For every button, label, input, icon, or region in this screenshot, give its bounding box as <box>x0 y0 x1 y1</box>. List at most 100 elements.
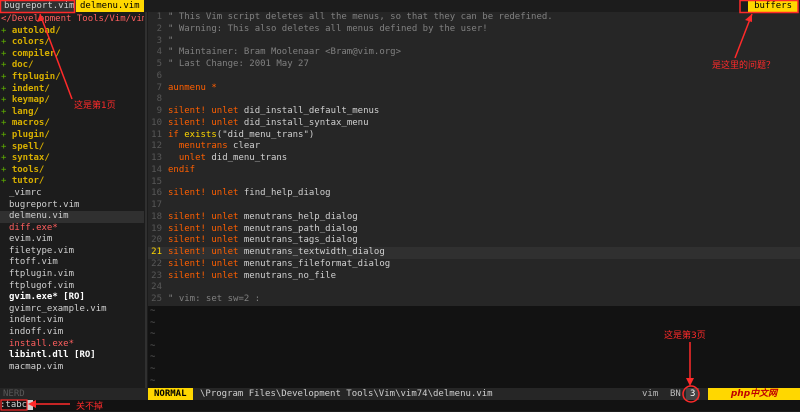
tree-file[interactable]: indoff.vim <box>0 327 144 339</box>
code-text: " Last Change: 2001 May 27 <box>168 59 309 69</box>
tree-file[interactable]: gvimrc_example.vim <box>0 304 144 316</box>
tree-dir[interactable]: + lang/ <box>0 107 144 119</box>
empty-line-tilde: ~ <box>150 306 156 316</box>
expand-icon: + <box>1 37 12 48</box>
tree-file[interactable]: ftoff.vim <box>0 257 144 269</box>
tree-file-label: _vimrc <box>9 187 42 198</box>
tree-file[interactable]: delmenu.vim <box>0 211 144 223</box>
tree-file-label: indoff.vim <box>9 327 64 338</box>
code-line[interactable]: 12 menutrans clear <box>148 141 800 153</box>
code-line[interactable]: 11 if exists("did_menu_trans") <box>148 130 800 142</box>
line-number: 15 <box>151 176 162 187</box>
code-line[interactable]: 4 " Maintainer: Bram Moolenaar <Bram@vim.… <box>148 47 800 59</box>
tree-dir[interactable]: + syntax/ <box>0 153 144 165</box>
code-line[interactable]: 13 unlet did_menu_trans <box>148 153 800 165</box>
line-number: 17 <box>151 200 162 210</box>
code-line[interactable]: 3 " <box>148 36 800 48</box>
tab-line: bugreport.vim delmenu.vim buffers <box>0 0 800 12</box>
tree-dir[interactable]: + indent/ <box>0 84 144 96</box>
code-line[interactable]: 25 " vim: set sw=2 : <box>148 294 800 306</box>
expand-icon: + <box>1 164 12 175</box>
code-line[interactable]: 6 <box>148 71 800 83</box>
empty-line-tilde: ~ <box>150 352 156 363</box>
empty-window[interactable]: ~ ~ ~ ~ ~ ~ ~ <box>148 306 800 388</box>
tree-file-label: macmap.vim <box>9 361 64 372</box>
code-text: " <box>168 35 174 46</box>
tree-dir[interactable]: + tutor/ <box>0 176 144 188</box>
tree-file[interactable]: gvim.exe* [RO] <box>0 292 144 304</box>
tree-file-label: delmenu.vim <box>9 211 69 222</box>
bn-label: BN <box>670 389 681 399</box>
tree-file[interactable]: macmap.vim <box>0 362 144 374</box>
buffer-number: 3 <box>686 388 700 400</box>
code-line[interactable]: 10 silent! unlet did_install_syntax_menu <box>148 118 800 130</box>
line-number: 19 <box>151 223 162 234</box>
annotation-question: 是这里的问题？ <box>712 61 776 71</box>
tree-dir[interactable]: + ftplugin/ <box>0 72 144 84</box>
vertical-split[interactable] <box>145 12 147 388</box>
expand-icon: + <box>1 141 12 152</box>
code-line[interactable]: 7 aunmenu * <box>148 83 800 95</box>
tree-file[interactable]: libintl.dll [RO] <box>0 350 144 362</box>
line-number: 11 <box>151 129 162 140</box>
tree-file[interactable]: diff.exe* <box>0 223 144 235</box>
tree-file[interactable]: install.exe* <box>0 339 144 351</box>
tree-dir[interactable]: + compiler/ <box>0 49 144 61</box>
editor-window[interactable]: 1 " This Vim script deletes all the menus… <box>148 12 800 306</box>
tab-delmenu[interactable]: delmenu.vim <box>76 0 144 12</box>
file-path: \Program Files\Development Tools\Vim\vim… <box>200 389 493 399</box>
tree-dir[interactable]: + colors/ <box>0 37 144 49</box>
tree-file[interactable]: _vimrc <box>0 188 144 200</box>
code-line[interactable]: 9 silent! unlet did_install_default_menus <box>148 106 800 118</box>
code-line[interactable]: 2 " Warning: This also deletes all menus … <box>148 24 800 36</box>
line-number: 4 <box>156 47 162 58</box>
tree-file[interactable]: ftplugof.vim <box>0 281 144 293</box>
tree-dir[interactable]: + autoload/ <box>0 26 144 38</box>
expand-icon: + <box>1 48 12 59</box>
tree-root[interactable]: </Development Tools/Vim/vim74/ <box>0 14 144 26</box>
line-number: 6 <box>156 70 162 81</box>
tree-dir-label: lang/ <box>11 106 39 117</box>
code-line[interactable]: 1 " This Vim script deletes all the menus… <box>148 12 800 24</box>
line-number: 5 <box>156 59 162 69</box>
empty-line-tilde: ~ <box>150 340 156 351</box>
tree-file[interactable]: filetype.vim <box>0 246 144 258</box>
tree-file[interactable]: bugreport.vim <box>0 200 144 212</box>
tree-dir[interactable]: + tools/ <box>0 165 144 177</box>
code-line[interactable]: 24 <box>148 282 800 294</box>
tab-bugreport[interactable]: bugreport.vim <box>0 0 79 12</box>
code-text: " Warning: This also deletes all menus d… <box>168 23 488 34</box>
tree-file-label: gvimrc_example.vim <box>9 303 107 314</box>
code-line[interactable]: 16 silent! unlet find_help_dialog <box>148 188 800 200</box>
tree-dir[interactable]: + spell/ <box>0 142 144 154</box>
expand-icon: + <box>1 129 12 140</box>
line-number: 20 <box>151 235 162 246</box>
code-line[interactable]: 18 silent! unlet menutrans_help_dialog <box>148 212 800 224</box>
expand-icon: + <box>1 153 12 164</box>
code-line[interactable]: 5 " Last Change: 2001 May 27 <box>148 59 800 71</box>
code-line[interactable]: 15 <box>148 177 800 189</box>
tree-dir[interactable]: + keymap/ <box>0 95 144 107</box>
code-line[interactable]: 8 <box>148 94 800 106</box>
code-text: if exists("did_menu_trans") <box>168 129 315 140</box>
line-number: 7 <box>156 82 162 93</box>
code-text: " vim: set sw=2 : <box>168 294 261 304</box>
line-number: 2 <box>156 23 162 34</box>
code-line[interactable]: 17 <box>148 200 800 212</box>
command-line[interactable]: :tabc <box>0 400 800 411</box>
code-line[interactable]: 22 silent! unlet menutrans_fileformat_dia… <box>148 259 800 271</box>
code-text: endif <box>168 164 196 175</box>
tree-file[interactable]: indent.vim <box>0 315 144 327</box>
tree-file[interactable]: evim.vim <box>0 234 144 246</box>
tree-dir-label: tutor/ <box>11 176 45 187</box>
code-line[interactable]: 23 silent! unlet menutrans_no_file <box>148 271 800 283</box>
tree-dir[interactable]: + plugin/ <box>0 130 144 142</box>
tree-file[interactable]: ftplugin.vim <box>0 269 144 281</box>
code-line[interactable]: 20 silent! unlet menutrans_tags_dialog <box>148 235 800 247</box>
code-line[interactable]: 19 silent! unlet menutrans_path_dialog <box>148 224 800 236</box>
code-line[interactable]: 21 silent! unlet menutrans_textwidth_dial… <box>148 247 800 259</box>
code-text: menutrans clear <box>178 141 261 152</box>
tree-dir[interactable]: + doc/ <box>0 60 144 72</box>
code-line[interactable]: 14 endif <box>148 165 800 177</box>
tree-dir[interactable]: + macros/ <box>0 118 144 130</box>
